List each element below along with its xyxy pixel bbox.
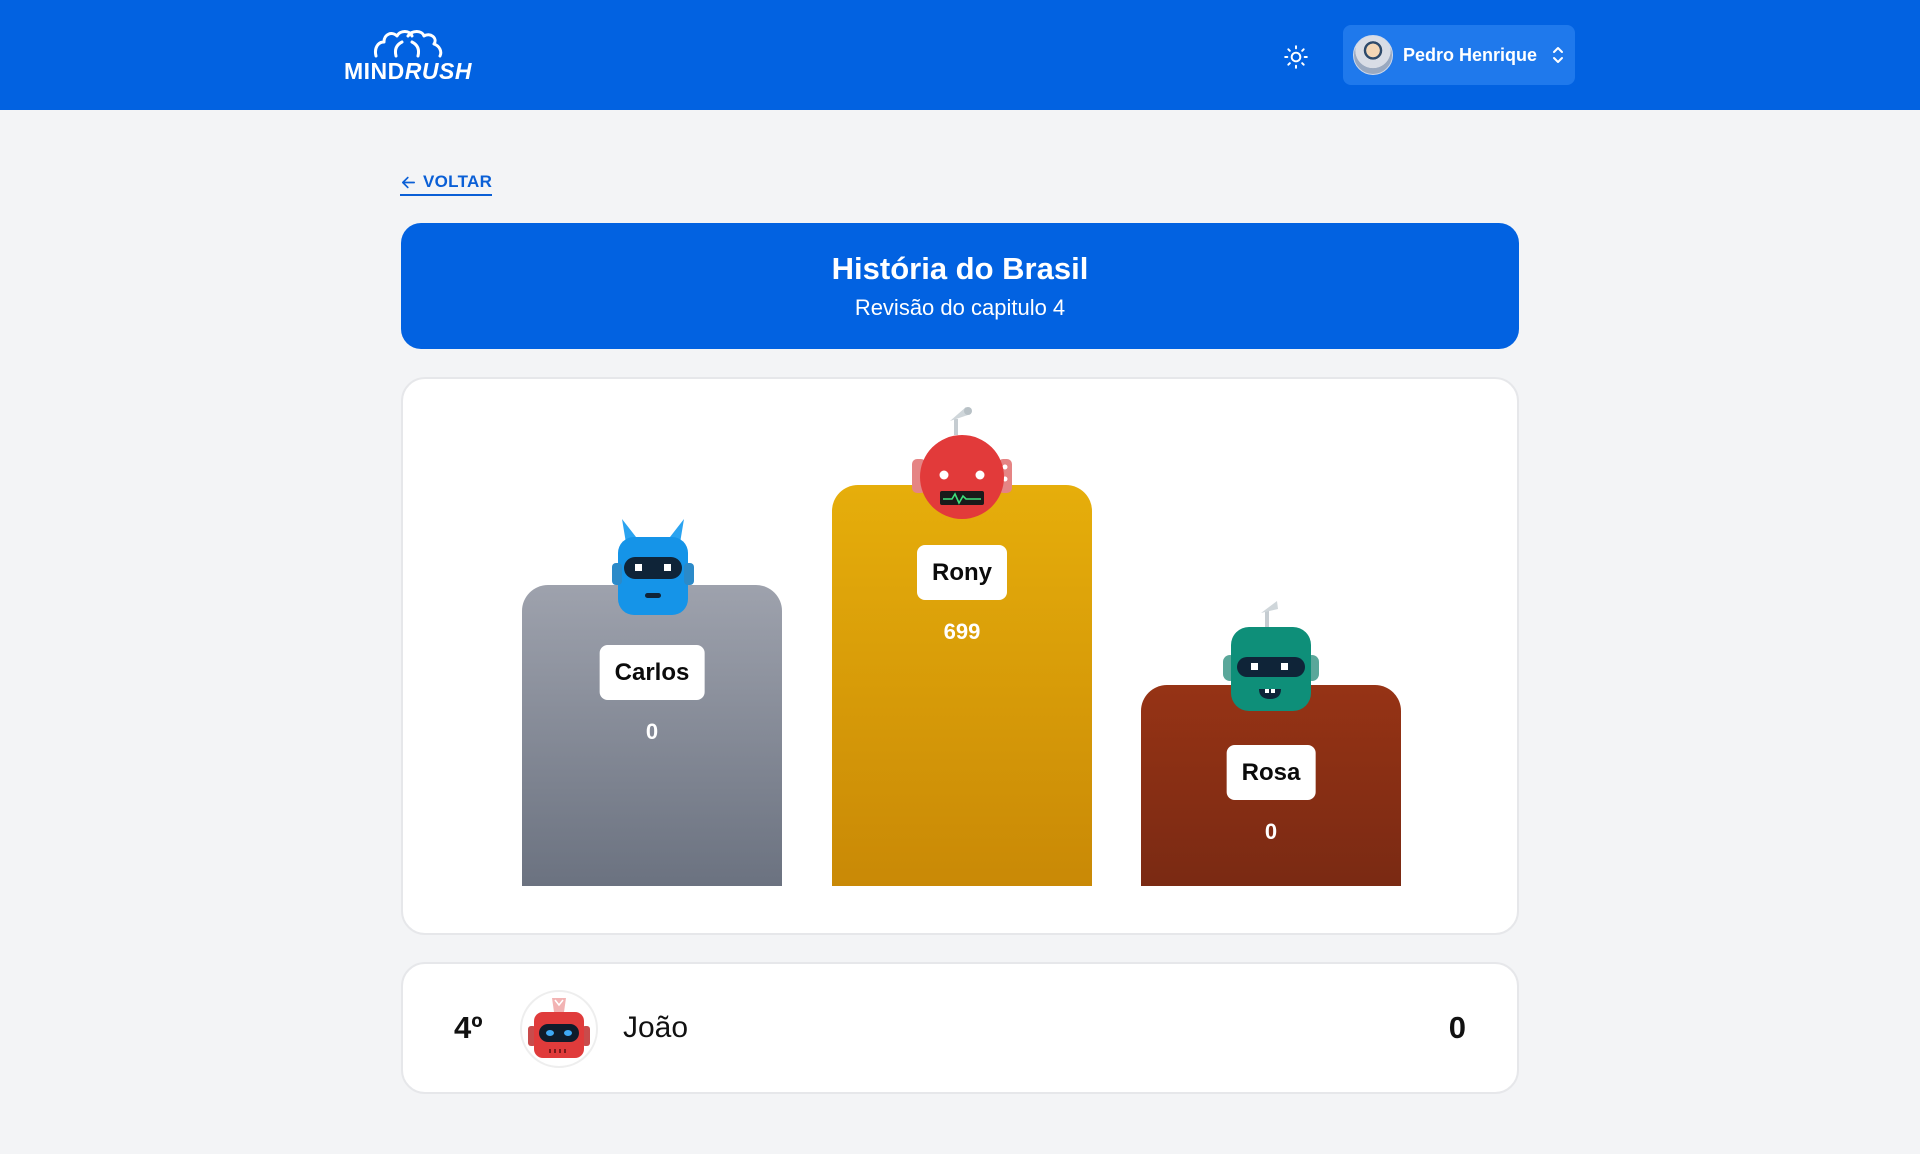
brain-icon: [374, 30, 443, 58]
top-navbar: MINDRUSH Pedro Henrique: [0, 0, 1920, 110]
quiz-subtitle: Revisão do capitulo 4: [854, 295, 1066, 320]
theme-toggle-button[interactable]: [1279, 40, 1313, 74]
chevron-up-down-icon: [1553, 47, 1564, 63]
ranking-row: 4º João 0: [401, 962, 1519, 1094]
mindrush-logo[interactable]: MINDRUSH: [344, 28, 472, 84]
user-avatar: [1353, 35, 1393, 75]
podium-third-place: Rosa 0: [1141, 601, 1401, 886]
podium-second-place: Carlos 0: [522, 519, 782, 886]
player-name-tag: Carlos: [599, 645, 705, 700]
red-robot-antenna-icon: [912, 407, 1012, 519]
user-name: Pedro Henrique: [1403, 44, 1538, 65]
player-score: 0: [1264, 819, 1278, 844]
arrow-left-icon: [401, 176, 416, 188]
rank-position: 4º: [454, 1010, 483, 1045]
player-score: 0: [1448, 1010, 1466, 1045]
sun-icon: [1284, 45, 1308, 69]
podium: Carlos 0 Rony 699 Rosa 0: [401, 377, 1519, 935]
quiz-title-card: História do Brasil Revisão do capitulo 4: [401, 223, 1519, 349]
player-name-tag: Rony: [917, 545, 1007, 600]
player-score: 699: [943, 619, 981, 644]
back-link[interactable]: VOLTAR: [400, 172, 493, 196]
player-name: João: [623, 1011, 689, 1044]
user-menu-button[interactable]: Pedro Henrique: [1343, 25, 1575, 85]
player-name-tag: Rosa: [1226, 745, 1316, 800]
quiz-title: História do Brasil: [831, 251, 1089, 286]
blue-robot-horns-icon: [612, 519, 694, 615]
logo-wordmark: MINDRUSH: [344, 58, 472, 84]
back-label: VOLTAR: [423, 172, 493, 191]
teal-robot-antenna-icon: [1223, 601, 1319, 711]
red-robot-icon: [528, 998, 590, 1058]
podium-first-place: Rony 699: [832, 407, 1092, 886]
player-avatar: [520, 990, 598, 1068]
player-score: 0: [645, 719, 659, 744]
